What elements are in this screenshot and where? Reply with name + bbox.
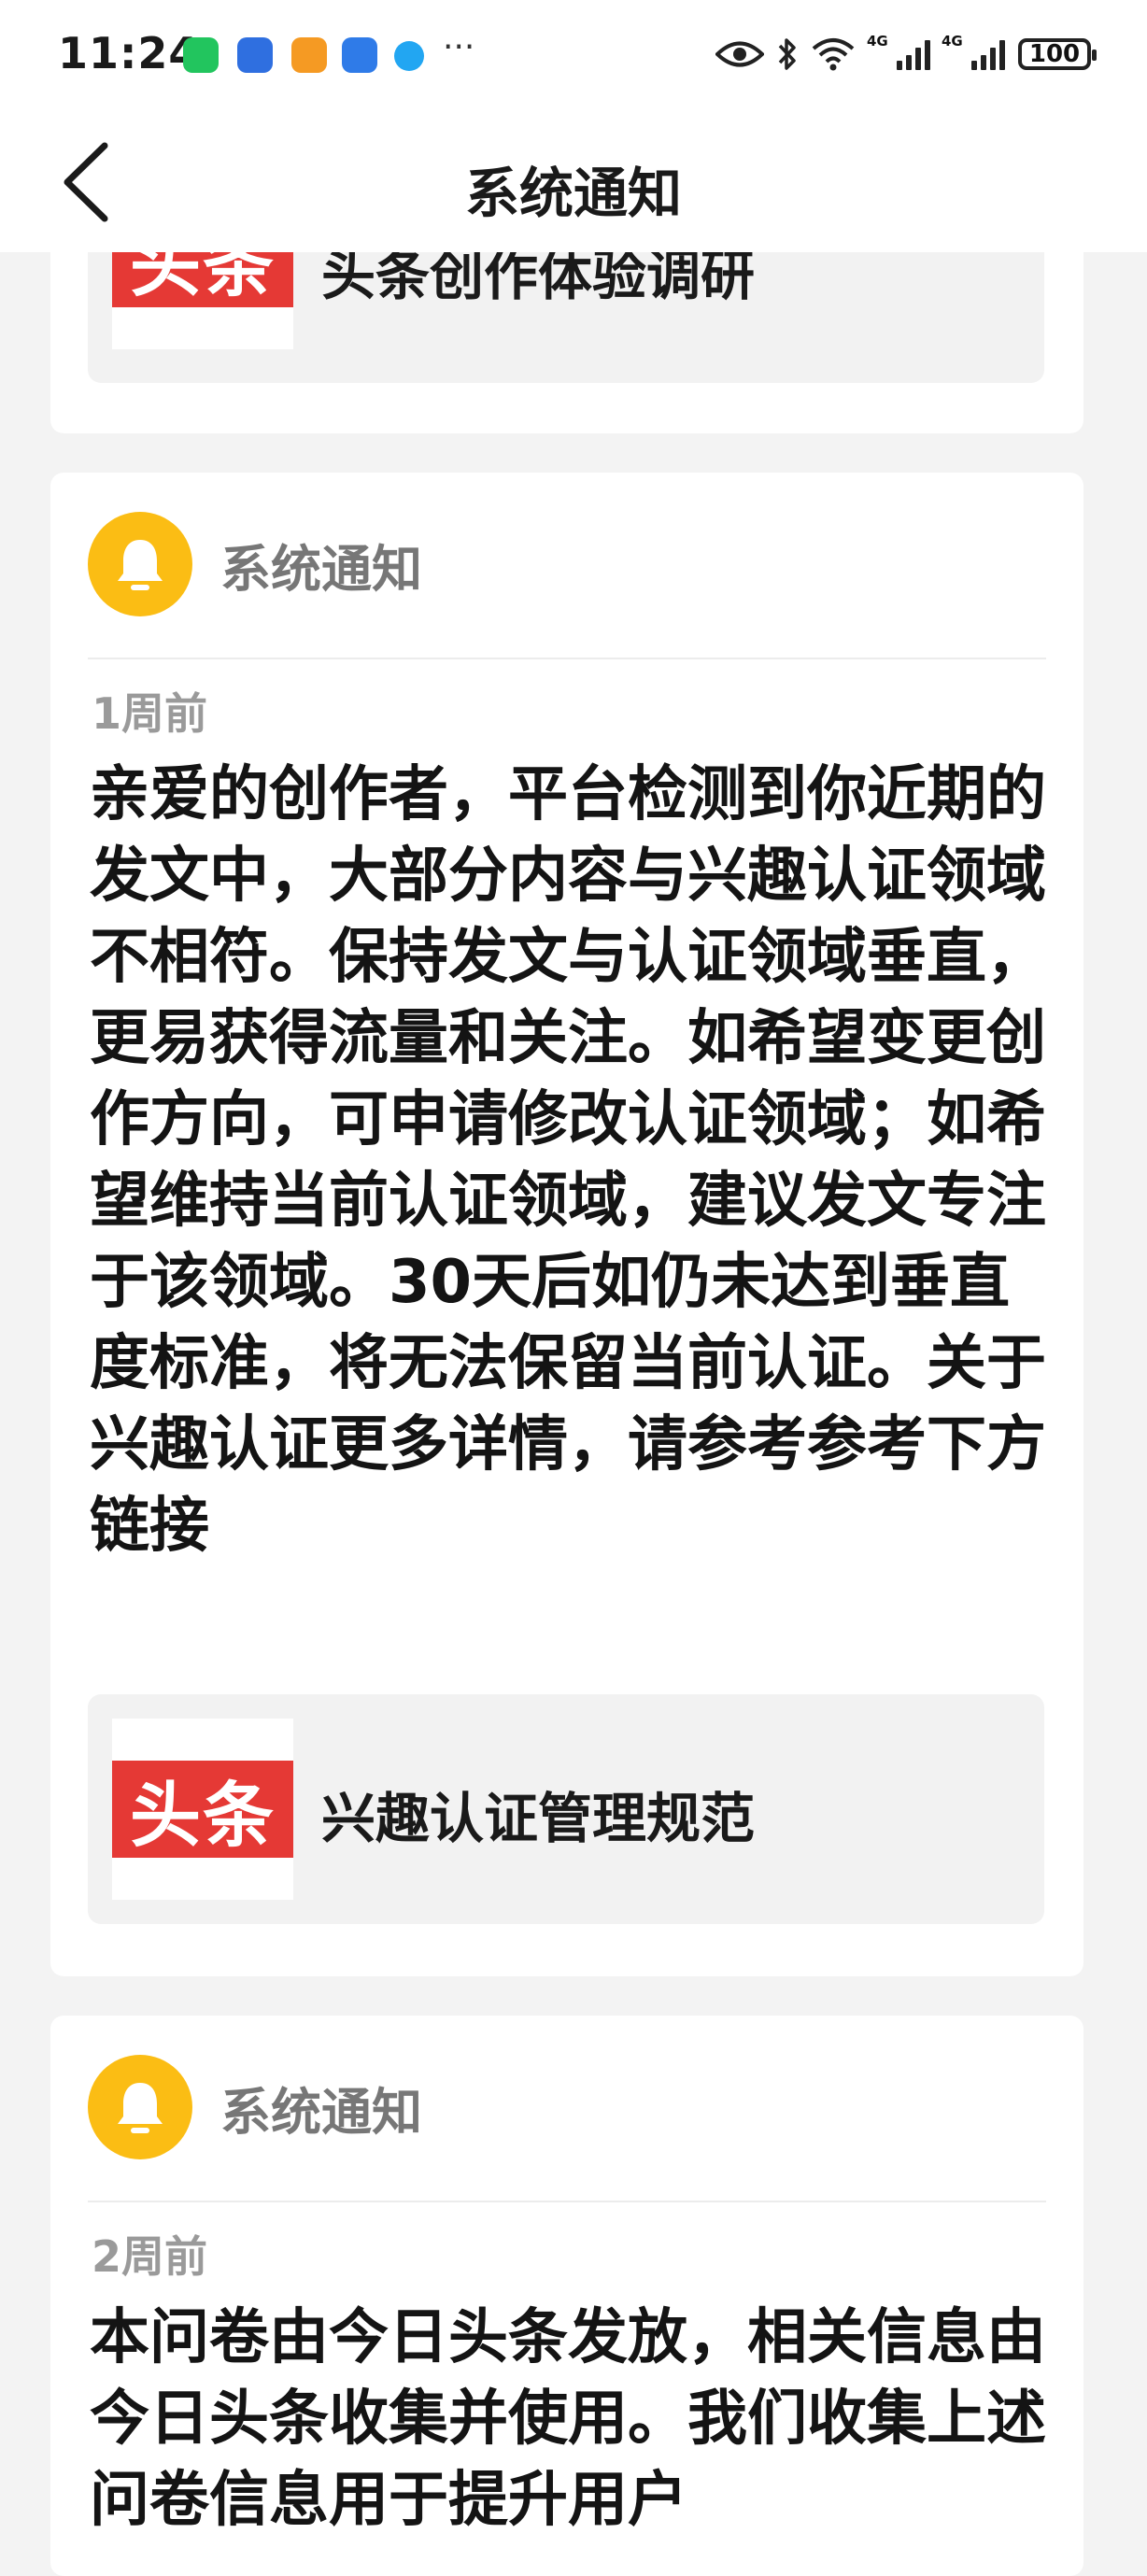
link-preview[interactable]: 头条 兴趣认证管理规范 (88, 1694, 1044, 1924)
nav-header: 系统通知 (0, 112, 1147, 252)
sender-avatar (88, 512, 192, 616)
bulb-app-icon (342, 37, 377, 73)
eye-icon (715, 41, 764, 67)
status-indicators: 4G 4G 100 (715, 33, 1097, 75)
wechat-icon (183, 37, 219, 73)
card-header: 系统通知 (88, 2055, 422, 2159)
app-blue-icon (237, 37, 273, 73)
network-type-2: 4G (942, 33, 963, 50)
sender-name: 系统通知 (220, 539, 422, 599)
message-body: 亲爱的创作者，平台检测到你近期的发文中，大部分内容与兴趣认证领域不相符。保持发文… (90, 760, 1046, 1561)
sender-avatar (88, 2055, 192, 2159)
status-bar: 11:24 ··· 4G 4G 100 (0, 0, 1147, 112)
wifi-icon (812, 38, 855, 71)
status-time: 11:24 (58, 28, 200, 78)
app-orange-icon (291, 37, 327, 73)
sender-name: 系统通知 (220, 2082, 422, 2142)
network-type-1: 4G (867, 33, 888, 50)
app-cyan-icon (394, 41, 424, 71)
bluetooth-icon (778, 38, 796, 70)
logo-text: 头条 (112, 1761, 293, 1858)
signal-4g-icon-1: 4G (867, 33, 930, 70)
message-time: 1周前 (92, 688, 208, 739)
bell-icon (118, 2083, 163, 2133)
signal-4g-icon-2: 4G (942, 33, 1005, 70)
toutiao-logo: 头条 (112, 1719, 293, 1900)
link-title: 兴趣认证管理规范 (321, 1787, 756, 1850)
notification-card: 系统通知 1周前 亲爱的创作者，平台检测到你近期的发文中，大部分内容与兴趣认证领… (50, 473, 1083, 1976)
page-title: 系统通知 (464, 162, 682, 225)
message-body: 本问卷由今日头条发放，相关信息由今日头条收集并使用。我们收集上述问卷信息用于提升… (90, 2303, 1046, 2535)
card-header: 系统通知 (88, 512, 422, 616)
bell-icon (118, 540, 163, 590)
battery-icon: 100 (1018, 38, 1097, 70)
notification-card: 系统通知 2周前 本问卷由今日头条发放，相关信息由今日头条收集并使用。我们收集上… (50, 2016, 1083, 2576)
message-time: 2周前 (92, 2231, 208, 2282)
divider (88, 658, 1046, 659)
divider (88, 2201, 1046, 2202)
more-notifications-icon: ··· (443, 28, 475, 66)
